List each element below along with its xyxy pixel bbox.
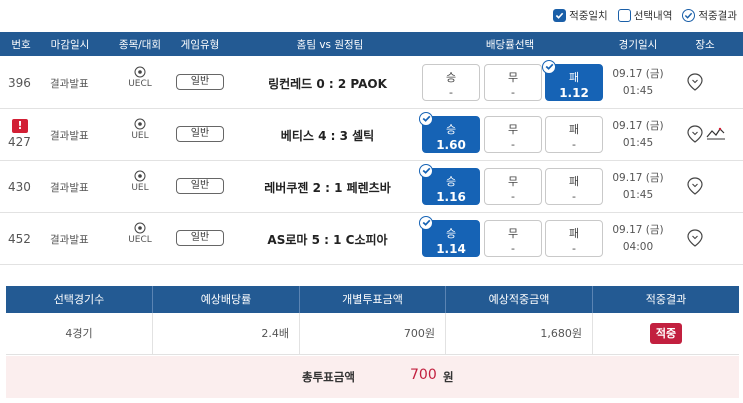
soccer-ball-icon bbox=[134, 222, 146, 234]
games-table-header: 번호 마감일시 종목/대회 게임유형 홈팀 vs 원정팀 배당률선택 경기일시 … bbox=[0, 32, 743, 56]
sum-col-payout: 예상적중금액 bbox=[446, 286, 593, 313]
game-number: 452 bbox=[8, 232, 31, 246]
odd-draw[interactable]: 무 - bbox=[484, 220, 542, 257]
filter-hit-match[interactable]: 적중일치 bbox=[553, 8, 608, 23]
sum-col-odds: 예상배당률 bbox=[153, 286, 300, 313]
deadline: 결과발표 bbox=[50, 78, 89, 90]
location-pin-icon[interactable] bbox=[686, 124, 704, 147]
checkbox-icon[interactable] bbox=[617, 8, 631, 22]
summary-header: 선택경기수 예상배당률 개별투표금액 예상적중금액 적중결과 bbox=[6, 286, 739, 313]
table-row: ! 427 결과발표 UEL 일반 베티스 4 : 3 셀틱 승 1.60 무 … bbox=[0, 109, 743, 161]
summary-row: 4경기 2.4배 700원 1,680원 적중 bbox=[6, 313, 739, 355]
hit-result-badge: 적중 bbox=[650, 323, 682, 344]
col-sport: 종목/대회 bbox=[118, 39, 162, 51]
game-type-badge: 일반 bbox=[176, 74, 224, 90]
odd-win-selected[interactable]: 승 1.14 bbox=[419, 216, 480, 257]
expected-payout: 1,680원 bbox=[446, 313, 593, 355]
location-pin-icon[interactable] bbox=[686, 72, 704, 95]
odd-lose[interactable]: 패 - bbox=[545, 116, 603, 153]
total-bet-label: 총투표금액 bbox=[302, 370, 355, 384]
col-place: 장소 bbox=[695, 39, 715, 51]
deadline: 결과발표 bbox=[50, 234, 89, 246]
sum-col-games: 선택경기수 bbox=[6, 286, 153, 313]
match-result: 베티스 4 : 3 셀틱 bbox=[280, 129, 375, 143]
checkbox-checked-icon[interactable] bbox=[553, 8, 567, 22]
odd-draw[interactable]: 무 - bbox=[484, 168, 542, 205]
odd-lose[interactable]: 패 - bbox=[545, 168, 603, 205]
deadline: 결과발표 bbox=[50, 182, 89, 194]
odd-win-selected[interactable]: 승 1.16 bbox=[419, 164, 480, 205]
total-bet-amount: 700 bbox=[410, 367, 437, 383]
table-row: 452 결과발표 UECL 일반 AS로마 5 : 1 C소피아 승 1.14 … bbox=[0, 213, 743, 265]
odd-win[interactable]: 승 - bbox=[422, 64, 480, 101]
alert-icon: ! bbox=[12, 119, 28, 133]
game-type-badge: 일반 bbox=[176, 230, 224, 246]
sport-league: UECL bbox=[125, 66, 155, 89]
col-match-date: 경기일시 bbox=[618, 39, 658, 51]
soccer-ball-icon bbox=[134, 66, 146, 78]
odd-lose[interactable]: 패 - bbox=[545, 220, 603, 257]
match-datetime: 09.17 (금) 04:00 bbox=[612, 224, 664, 253]
odd-win-selected[interactable]: 승 1.60 bbox=[419, 112, 480, 153]
col-odds: 배당률선택 bbox=[485, 39, 535, 51]
match-datetime: 09.17 (금) 01:45 bbox=[612, 68, 664, 97]
match-result: AS로마 5 : 1 C소피아 bbox=[267, 233, 388, 247]
selected-check-icon bbox=[419, 216, 433, 230]
game-number: 430 bbox=[8, 180, 31, 194]
result-cell: 적중 bbox=[593, 313, 739, 355]
location-pin-icon[interactable] bbox=[686, 176, 704, 199]
col-game-type: 게임유형 bbox=[180, 39, 220, 51]
soccer-ball-icon bbox=[134, 118, 146, 130]
match-result: 레버쿠젠 2 : 1 페렌츠바 bbox=[264, 181, 391, 195]
col-deadline: 마감일시 bbox=[50, 39, 90, 51]
sum-col-bet: 개별투표금액 bbox=[300, 286, 446, 313]
col-match: 홈팀 vs 원정팀 bbox=[296, 39, 364, 51]
odd-draw[interactable]: 무 - bbox=[484, 64, 542, 101]
table-row: 430 결과발표 UEL 일반 레버쿠젠 2 : 1 페렌츠바 승 1.16 무… bbox=[0, 161, 743, 213]
location-pin-icon[interactable] bbox=[686, 228, 704, 251]
odd-lose-selected[interactable]: 패 1.12 bbox=[542, 60, 603, 101]
sum-col-result: 적중결과 bbox=[645, 293, 687, 306]
game-number: 396 bbox=[8, 76, 31, 90]
game-number: 427 bbox=[8, 135, 31, 149]
individual-bet-amount: 700원 bbox=[300, 313, 446, 355]
soccer-ball-icon bbox=[134, 170, 146, 182]
filter-selection[interactable]: 선택내역 bbox=[617, 8, 672, 23]
col-number: 번호 bbox=[11, 39, 31, 51]
match-datetime: 09.17 (금) 01:45 bbox=[612, 120, 664, 149]
sport-league: UEL bbox=[125, 118, 155, 141]
table-row: 396 결과발표 UECL 일반 링컨레드 0 : 2 PAOK 승 - 무 -… bbox=[0, 57, 743, 109]
stats-chart-icon[interactable] bbox=[706, 125, 726, 144]
selected-games-count: 4경기 bbox=[6, 313, 153, 355]
deadline: 결과발표 bbox=[50, 130, 89, 142]
match-result: 링컨레드 0 : 2 PAOK bbox=[268, 77, 387, 91]
odd-draw[interactable]: 무 - bbox=[484, 116, 542, 153]
result-filters: 적중일치 선택내역 적중결과 bbox=[553, 6, 737, 24]
expected-odds: 2.4배 bbox=[153, 313, 300, 355]
sport-league: UEL bbox=[125, 170, 155, 193]
sport-league: UECL bbox=[125, 222, 155, 245]
match-datetime: 09.17 (금) 01:45 bbox=[612, 172, 664, 201]
selected-check-icon bbox=[419, 164, 433, 178]
total-bet-bar: 총투표금액 700 원 bbox=[6, 356, 739, 398]
total-bet-unit: 원 bbox=[443, 370, 454, 384]
selected-check-icon bbox=[542, 60, 556, 74]
checkbox-checked-icon[interactable] bbox=[682, 8, 696, 22]
selected-check-icon bbox=[419, 112, 433, 126]
game-type-badge: 일반 bbox=[176, 126, 224, 142]
filter-hit-result[interactable]: 적중결과 bbox=[682, 8, 737, 23]
game-type-badge: 일반 bbox=[176, 178, 224, 194]
